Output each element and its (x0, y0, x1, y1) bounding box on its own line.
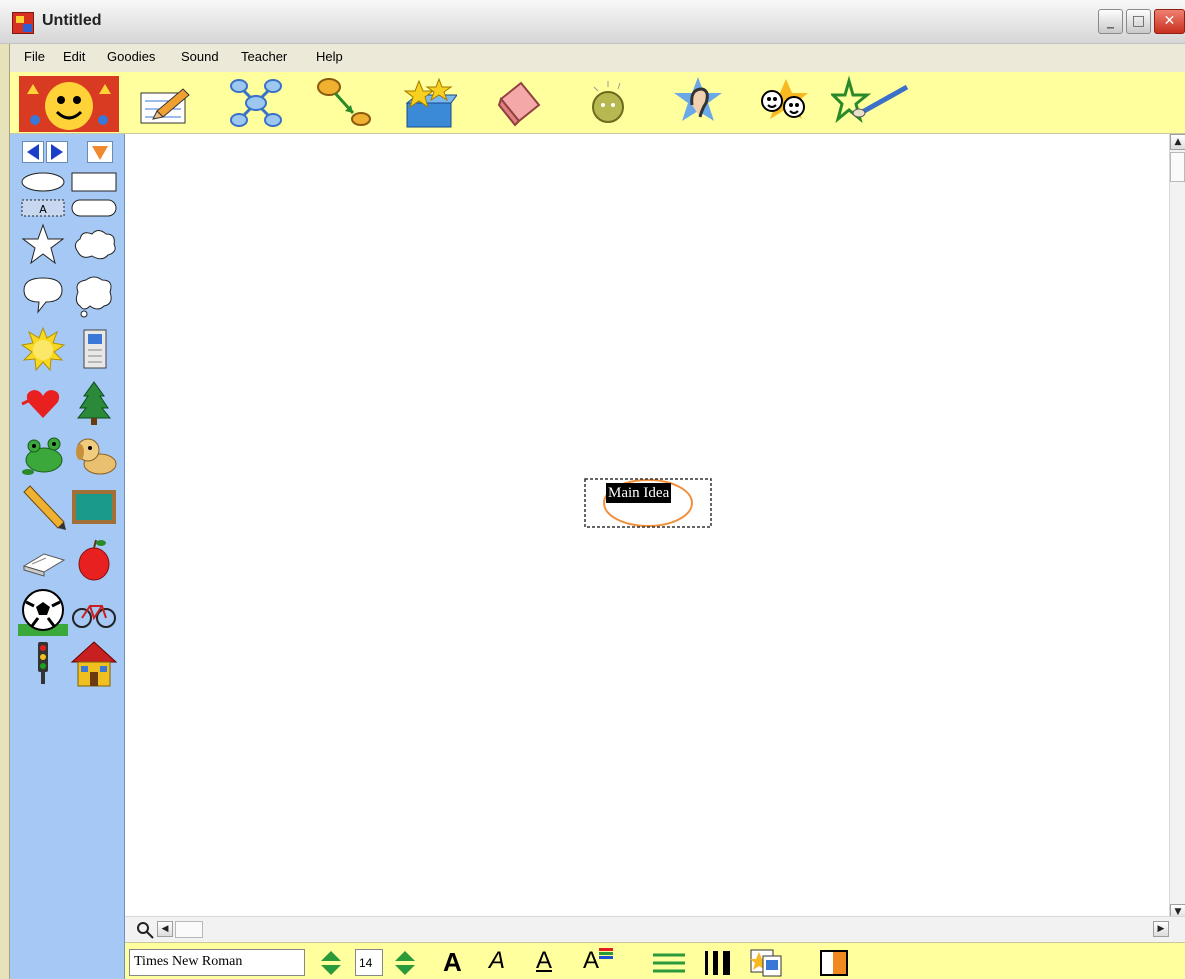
menu-goodies[interactable]: Goodies (107, 49, 155, 64)
menu-edit[interactable]: Edit (63, 49, 85, 64)
dog-icon[interactable] (70, 432, 118, 478)
main-toolbar (10, 72, 1185, 134)
vertical-scroll-thumb[interactable] (1170, 152, 1185, 182)
palette-menu-button[interactable] (87, 141, 113, 163)
svg-text:A: A (39, 203, 47, 216)
vertical-scrollbar[interactable]: ▲ ▼ (1169, 134, 1185, 940)
zoom-icon[interactable] (135, 920, 155, 940)
chalkboard-icon[interactable] (70, 484, 118, 530)
format-toolbar: Times New Roman 14 A A A A (125, 942, 1185, 979)
scroll-up-button[interactable]: ▲ (1170, 134, 1185, 150)
ear-icon[interactable] (670, 75, 726, 131)
frog-icon[interactable] (20, 432, 66, 478)
bicycle-icon[interactable] (70, 590, 118, 636)
minimize-button[interactable]: _ (1098, 9, 1123, 34)
rectangle-shape[interactable] (70, 170, 118, 194)
pencil-icon[interactable] (135, 75, 191, 131)
arrow-right-icon (51, 144, 63, 160)
scroll-left-button[interactable]: ◀ (157, 921, 173, 937)
font-name-field[interactable]: Times New Roman (129, 949, 305, 976)
fill-color-icon[interactable] (819, 949, 849, 977)
window-frame (0, 44, 10, 979)
sun-mascot-icon[interactable] (19, 76, 119, 132)
menu-bar: File Edit Goodies Sound Teacher Help (10, 44, 1185, 72)
symbol-picture-icon[interactable] (749, 948, 783, 978)
italic-button[interactable]: A (489, 947, 505, 977)
menu-teacher[interactable]: Teacher (241, 49, 287, 64)
close-button[interactable]: ✕ (1154, 9, 1185, 34)
arrow-down-icon (92, 146, 108, 160)
heart-icon[interactable] (20, 380, 66, 426)
color-swatch-icon (599, 948, 613, 959)
symbol-box-icon[interactable] (401, 75, 457, 131)
menu-sound[interactable]: Sound (181, 49, 219, 64)
apple-icon[interactable] (70, 536, 118, 582)
bold-button[interactable]: A (443, 947, 462, 977)
star-paintbrush-icon[interactable] (831, 75, 913, 131)
font-stepper-icon[interactable] (319, 949, 343, 977)
book-icon[interactable] (20, 536, 66, 582)
cloud-shape[interactable] (70, 222, 118, 268)
star-shape[interactable] (20, 222, 66, 268)
sun-icon[interactable] (20, 326, 66, 372)
menu-help[interactable]: Help (316, 49, 343, 64)
main-idea-label[interactable]: Main Idea (606, 483, 672, 503)
font-size-field[interactable]: 14 (355, 949, 383, 976)
eraser-icon[interactable] (491, 75, 547, 131)
underline-button[interactable]: A (536, 947, 552, 977)
theater-masks-icon[interactable] (756, 75, 812, 131)
symbol-palette: A (10, 134, 125, 979)
arrow-left-icon (27, 144, 39, 160)
thought-bubble-shape[interactable] (70, 272, 118, 318)
palette-next-button[interactable] (46, 141, 68, 163)
horizontal-scroll-thumb[interactable] (175, 921, 203, 938)
palette-prev-button[interactable] (22, 141, 44, 163)
size-stepper-icon[interactable] (393, 949, 417, 977)
oval-shape[interactable] (20, 170, 66, 194)
title-bar: Untitled _ □ ✕ (0, 0, 1185, 44)
tree-icon[interactable] (70, 380, 118, 426)
text-box-shape[interactable]: A (20, 196, 66, 220)
notebook-icon[interactable] (70, 326, 118, 372)
traffic-light-icon[interactable] (20, 640, 66, 686)
menu-file[interactable]: File (24, 49, 45, 64)
house-icon[interactable] (70, 638, 118, 688)
scroll-right-button[interactable]: ▶ (1153, 921, 1169, 937)
bulb-icon[interactable] (580, 75, 636, 131)
horizontal-scrollbar[interactable]: ◀ ▶ (125, 916, 1185, 942)
maximize-button[interactable]: □ (1126, 9, 1151, 34)
line-thickness-icon[interactable] (703, 949, 733, 977)
app-icon (12, 12, 34, 34)
window-title: Untitled (42, 12, 102, 29)
pencil-icon[interactable] (20, 484, 66, 530)
speech-bubble-shape[interactable] (20, 272, 66, 318)
text-color-button[interactable]: A (583, 947, 599, 977)
soccer-ball-icon[interactable] (18, 588, 68, 636)
link-arrow-icon[interactable] (315, 75, 371, 131)
app-window: Untitled _ □ ✕ File Edit Goodies Sound T… (0, 0, 1185, 979)
line-spacing-icon[interactable] (651, 949, 687, 977)
rounded-rectangle-shape[interactable] (70, 196, 118, 220)
diagram-icon[interactable] (228, 75, 284, 131)
